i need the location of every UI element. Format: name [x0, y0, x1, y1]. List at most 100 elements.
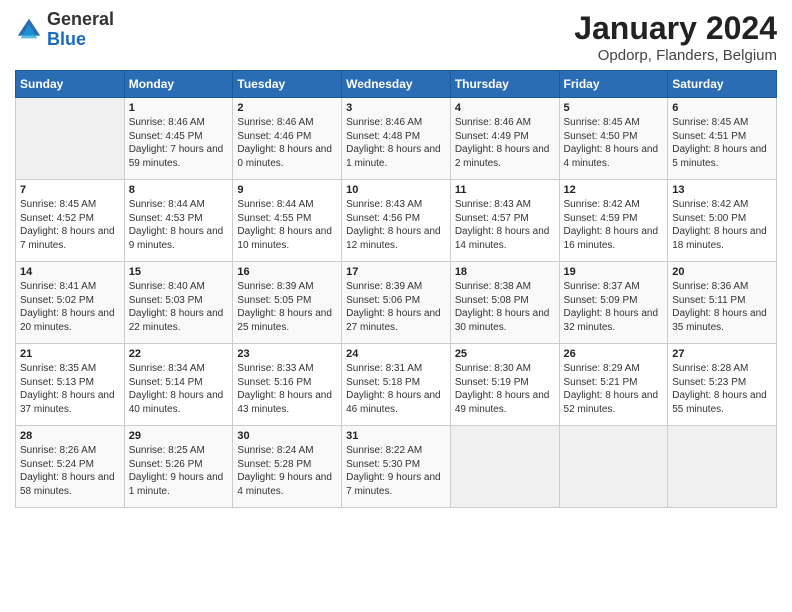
calendar-week-0: 1 Sunrise: 8:46 AM Sunset: 4:45 PM Daylig…	[16, 98, 777, 180]
calendar-table: Sunday Monday Tuesday Wednesday Thursday…	[15, 70, 777, 508]
day-info: Sunrise: 8:31 AM Sunset: 5:18 PM Dayligh…	[346, 362, 446, 416]
col-sunday: Sunday	[16, 71, 125, 98]
day-info: Sunrise: 8:39 AM Sunset: 5:06 PM Dayligh…	[346, 280, 446, 334]
day-number: 21	[20, 348, 120, 360]
day-info: Sunrise: 8:43 AM Sunset: 4:57 PM Dayligh…	[455, 198, 555, 252]
day-number: 14	[20, 266, 120, 278]
table-row: 8 Sunrise: 8:44 AM Sunset: 4:53 PM Daylig…	[124, 180, 233, 262]
table-row: 17 Sunrise: 8:39 AM Sunset: 5:06 PM Dayli…	[342, 262, 451, 344]
table-row: 12 Sunrise: 8:42 AM Sunset: 4:59 PM Dayli…	[559, 180, 668, 262]
logo: General Blue	[15, 10, 114, 50]
day-number: 15	[129, 266, 229, 278]
table-row	[450, 426, 559, 508]
page-container: General Blue January 2024 Opdorp, Flande…	[0, 0, 792, 518]
day-number: 6	[672, 102, 772, 114]
day-number: 7	[20, 184, 120, 196]
day-info: Sunrise: 8:25 AM Sunset: 5:26 PM Dayligh…	[129, 444, 229, 498]
logo-blue: Blue	[47, 29, 86, 49]
table-row: 9Sunrise: 8:44 AM Sunset: 4:55 PM Daylig…	[233, 180, 342, 262]
calendar-title: January 2024	[574, 10, 777, 47]
col-monday: Monday	[124, 71, 233, 98]
day-number: 28	[20, 430, 120, 442]
table-row: 16Sunrise: 8:39 AM Sunset: 5:05 PM Dayli…	[233, 262, 342, 344]
day-number: 30	[237, 430, 337, 442]
day-number: 20	[672, 266, 772, 278]
table-row: 2 Sunrise: 8:46 AM Sunset: 4:46 PM Daylig…	[233, 98, 342, 180]
day-number: 3	[346, 102, 446, 114]
day-number: 19	[564, 266, 664, 278]
table-row: 22Sunrise: 8:34 AM Sunset: 5:14 PM Dayli…	[124, 344, 233, 426]
day-number: 10	[346, 184, 446, 196]
day-info: Sunrise: 8:46 AM Sunset: 4:48 PM Dayligh…	[346, 116, 446, 170]
day-info: Sunrise: 8:35 AM Sunset: 5:13 PM Dayligh…	[20, 362, 120, 416]
day-info: Sunrise: 8:46 AM Sunset: 4:46 PM Dayligh…	[237, 116, 337, 170]
table-row: 18Sunrise: 8:38 AM Sunset: 5:08 PM Dayli…	[450, 262, 559, 344]
table-row: 27Sunrise: 8:28 AM Sunset: 5:23 PM Dayli…	[668, 344, 777, 426]
table-row: 3 Sunrise: 8:46 AM Sunset: 4:48 PM Daylig…	[342, 98, 451, 180]
header: General Blue January 2024 Opdorp, Flande…	[15, 10, 777, 64]
day-info: Sunrise: 8:46 AM Sunset: 4:49 PM Dayligh…	[455, 116, 555, 170]
day-number: 26	[564, 348, 664, 360]
col-saturday: Saturday	[668, 71, 777, 98]
table-row: 14Sunrise: 8:41 AM Sunset: 5:02 PM Dayli…	[16, 262, 125, 344]
col-thursday: Thursday	[450, 71, 559, 98]
col-friday: Friday	[559, 71, 668, 98]
day-info: Sunrise: 8:30 AM Sunset: 5:19 PM Dayligh…	[455, 362, 555, 416]
day-info: Sunrise: 8:46 AM Sunset: 4:45 PM Dayligh…	[129, 116, 229, 170]
header-row: Sunday Monday Tuesday Wednesday Thursday…	[16, 71, 777, 98]
day-number: 1	[129, 102, 229, 114]
day-number: 8	[129, 184, 229, 196]
table-row: 11Sunrise: 8:43 AM Sunset: 4:57 PM Dayli…	[450, 180, 559, 262]
day-info: Sunrise: 8:40 AM Sunset: 5:03 PM Dayligh…	[129, 280, 229, 334]
day-number: 31	[346, 430, 446, 442]
table-row: 21 Sunrise: 8:35 AM Sunset: 5:13 PM Dayli…	[16, 344, 125, 426]
table-row: 7Sunrise: 8:45 AM Sunset: 4:52 PM Daylig…	[16, 180, 125, 262]
day-info: Sunrise: 8:44 AM Sunset: 4:55 PM Dayligh…	[237, 198, 337, 252]
table-row: 23Sunrise: 8:33 AM Sunset: 5:16 PM Dayli…	[233, 344, 342, 426]
day-info: Sunrise: 8:22 AM Sunset: 5:30 PM Dayligh…	[346, 444, 446, 498]
day-number: 5	[564, 102, 664, 114]
day-info: Sunrise: 8:44 AM Sunset: 4:53 PM Dayligh…	[129, 198, 229, 252]
calendar-week-3: 21 Sunrise: 8:35 AM Sunset: 5:13 PM Dayli…	[16, 344, 777, 426]
day-info: Sunrise: 8:43 AM Sunset: 4:56 PM Dayligh…	[346, 198, 446, 252]
day-number: 13	[672, 184, 772, 196]
day-info: Sunrise: 8:29 AM Sunset: 5:21 PM Dayligh…	[564, 362, 664, 416]
day-info: Sunrise: 8:28 AM Sunset: 5:23 PM Dayligh…	[672, 362, 772, 416]
day-number: 12	[564, 184, 664, 196]
logo-icon	[15, 16, 43, 44]
table-row: 26 Sunrise: 8:29 AM Sunset: 5:21 PM Dayli…	[559, 344, 668, 426]
day-info: Sunrise: 8:37 AM Sunset: 5:09 PM Dayligh…	[564, 280, 664, 334]
day-number: 23	[237, 348, 337, 360]
logo-general: General	[47, 9, 114, 29]
table-row: 1 Sunrise: 8:46 AM Sunset: 4:45 PM Daylig…	[124, 98, 233, 180]
table-row: 5Sunrise: 8:45 AM Sunset: 4:50 PM Daylig…	[559, 98, 668, 180]
day-number: 29	[129, 430, 229, 442]
day-number: 4	[455, 102, 555, 114]
calendar-subtitle: Opdorp, Flanders, Belgium	[574, 47, 777, 64]
table-row: 28 Sunrise: 8:26 AM Sunset: 5:24 PM Dayli…	[16, 426, 125, 508]
day-info: Sunrise: 8:42 AM Sunset: 5:00 PM Dayligh…	[672, 198, 772, 252]
table-row	[668, 426, 777, 508]
day-number: 2	[237, 102, 337, 114]
calendar-week-4: 28 Sunrise: 8:26 AM Sunset: 5:24 PM Dayli…	[16, 426, 777, 508]
table-row	[16, 98, 125, 180]
day-info: Sunrise: 8:26 AM Sunset: 5:24 PM Dayligh…	[20, 444, 120, 498]
day-info: Sunrise: 8:36 AM Sunset: 5:11 PM Dayligh…	[672, 280, 772, 334]
col-tuesday: Tuesday	[233, 71, 342, 98]
table-row: 29 Sunrise: 8:25 AM Sunset: 5:26 PM Dayli…	[124, 426, 233, 508]
table-row: 15 Sunrise: 8:40 AM Sunset: 5:03 PM Dayli…	[124, 262, 233, 344]
table-row: 19 Sunrise: 8:37 AM Sunset: 5:09 PM Dayli…	[559, 262, 668, 344]
title-block: January 2024 Opdorp, Flanders, Belgium	[574, 10, 777, 64]
day-info: Sunrise: 8:45 AM Sunset: 4:51 PM Dayligh…	[672, 116, 772, 170]
table-row: 25 Sunrise: 8:30 AM Sunset: 5:19 PM Dayli…	[450, 344, 559, 426]
calendar-week-1: 7Sunrise: 8:45 AM Sunset: 4:52 PM Daylig…	[16, 180, 777, 262]
day-info: Sunrise: 8:42 AM Sunset: 4:59 PM Dayligh…	[564, 198, 664, 252]
calendar-week-2: 14Sunrise: 8:41 AM Sunset: 5:02 PM Dayli…	[16, 262, 777, 344]
day-number: 17	[346, 266, 446, 278]
table-row: 6 Sunrise: 8:45 AM Sunset: 4:51 PM Daylig…	[668, 98, 777, 180]
day-number: 22	[129, 348, 229, 360]
day-info: Sunrise: 8:24 AM Sunset: 5:28 PM Dayligh…	[237, 444, 337, 498]
day-number: 18	[455, 266, 555, 278]
day-number: 25	[455, 348, 555, 360]
day-info: Sunrise: 8:39 AM Sunset: 5:05 PM Dayligh…	[237, 280, 337, 334]
